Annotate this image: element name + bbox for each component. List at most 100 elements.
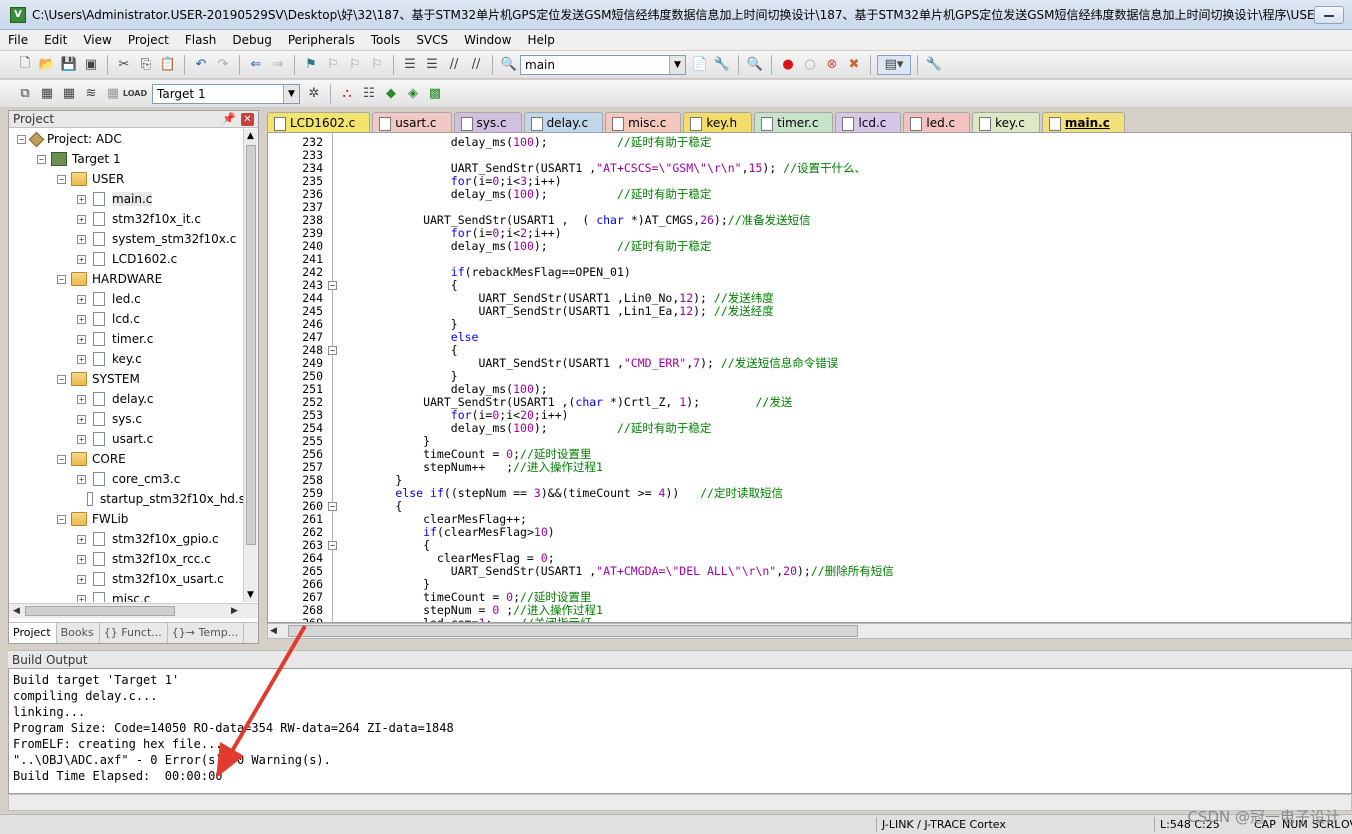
- expand-icon[interactable]: +: [77, 534, 86, 544]
- expand-icon[interactable]: +: [77, 294, 86, 304]
- scroll-down-icon[interactable]: ▼: [247, 590, 254, 600]
- tree-item-file[interactable]: startup_stm32f10x_hd.s: [9, 489, 245, 509]
- tree-item-file[interactable]: + sys.c: [9, 409, 245, 429]
- tree-item-target[interactable]: − Target 1: [9, 149, 245, 169]
- open-folder-icon[interactable]: 📂: [37, 55, 57, 75]
- new-file-icon[interactable]: 🗋: [15, 55, 35, 75]
- panel-tab[interactable]: {} Funct...: [100, 623, 168, 643]
- fold-collapse-icon[interactable]: −: [328, 281, 337, 290]
- pin-icon[interactable]: 📌: [222, 112, 236, 125]
- run-time-environment-icon[interactable]: ▩: [425, 84, 445, 104]
- uncomment-icon[interactable]: //: [466, 55, 486, 75]
- panel-tab[interactable]: Project: [9, 623, 57, 643]
- paste-icon[interactable]: 📋: [158, 55, 178, 75]
- chevron-down-icon[interactable]: ▼: [669, 55, 685, 74]
- scroll-right-icon[interactable]: ▶: [227, 604, 242, 618]
- tree-item-project[interactable]: − Project: ADC: [9, 129, 245, 149]
- bookmark-icon[interactable]: ⚑: [301, 55, 321, 75]
- incremental-find-icon[interactable]: 📄: [690, 55, 710, 75]
- expand-icon[interactable]: +: [77, 254, 86, 264]
- collapse-icon[interactable]: −: [37, 154, 46, 164]
- tree-item-file[interactable]: + stm32f10x_usart.c: [9, 569, 245, 589]
- tree-item-file[interactable]: + LCD1602.c: [9, 249, 245, 269]
- code-line[interactable]: 259 else if((stepNum == 3)&&(timeCount >…: [268, 487, 1351, 500]
- file-tab[interactable]: LCD1602.c: [267, 112, 371, 132]
- code-line[interactable]: 236 delay_ms(100); //延时有助于稳定: [268, 188, 1351, 201]
- code-line[interactable]: 265 UART_SendStr(USART1 ,"AT+CMGDA=\"DEL…: [268, 565, 1351, 578]
- collapse-icon[interactable]: −: [57, 174, 66, 184]
- breakpoint-icon[interactable]: ●: [778, 55, 798, 75]
- close-icon[interactable]: ✕: [241, 113, 254, 126]
- build-output-text[interactable]: Build target 'Target 1' compiling delay.c…: [8, 668, 1352, 794]
- comment-icon[interactable]: //: [444, 55, 464, 75]
- target-combo[interactable]: Target 1 ▼: [152, 83, 300, 104]
- scrollbar-thumb[interactable]: [25, 606, 175, 616]
- menu-project[interactable]: Project: [120, 30, 177, 50]
- expand-icon[interactable]: +: [77, 214, 86, 224]
- scrollbar-thumb[interactable]: [246, 145, 256, 545]
- expand-icon[interactable]: +: [77, 334, 86, 344]
- panel-tab[interactable]: Books: [57, 623, 100, 643]
- cut-icon[interactable]: ✂: [114, 55, 134, 75]
- expand-icon[interactable]: +: [77, 554, 86, 564]
- menu-peripherals[interactable]: Peripherals: [280, 30, 363, 50]
- collapse-icon[interactable]: −: [57, 514, 66, 524]
- unindent-icon[interactable]: ☰: [422, 55, 442, 75]
- code-line[interactable]: 232 delay_ms(100); //延时有助于稳定: [268, 136, 1351, 149]
- tree-item-file[interactable]: + lcd.c: [9, 309, 245, 329]
- code-line[interactable]: 257 stepNum++ ;//进入操作过程1: [268, 461, 1351, 474]
- build-output-hscrollbar[interactable]: [8, 794, 1352, 811]
- fold-collapse-icon[interactable]: −: [328, 346, 337, 355]
- save-icon[interactable]: 💾: [59, 55, 79, 75]
- collapse-icon[interactable]: −: [17, 134, 26, 144]
- file-tab[interactable]: led.c: [903, 112, 971, 132]
- scroll-up-icon[interactable]: ▲: [247, 131, 254, 141]
- menu-window[interactable]: Window: [456, 30, 519, 50]
- breakpoint-disable-all-icon[interactable]: ⊗: [822, 55, 842, 75]
- fold-collapse-icon[interactable]: −: [328, 502, 337, 511]
- project-tree-vscrollbar[interactable]: ▲ ▼: [243, 129, 258, 602]
- scroll-left-icon[interactable]: ◀: [270, 624, 277, 638]
- expand-icon[interactable]: +: [77, 574, 86, 584]
- menu-flash[interactable]: Flash: [177, 30, 224, 50]
- file-tab[interactable]: timer.c: [754, 112, 834, 132]
- editor-hscrollbar[interactable]: ◀: [267, 623, 1352, 639]
- file-tab[interactable]: sys.c: [453, 112, 522, 132]
- build-icon[interactable]: ▦: [37, 84, 57, 104]
- project-tree-hscrollbar[interactable]: ◀ ▶: [9, 603, 258, 618]
- expand-icon[interactable]: +: [77, 594, 86, 602]
- file-tab[interactable]: delay.c: [523, 112, 604, 132]
- tree-item-file[interactable]: + system_stm32f10x.c: [9, 229, 245, 249]
- panel-tab[interactable]: {}→ Temp...: [168, 623, 245, 643]
- tree-item-folder[interactable]: − SYSTEM: [9, 369, 245, 389]
- expand-icon[interactable]: +: [77, 194, 86, 204]
- file-tab[interactable]: misc.c: [605, 112, 682, 132]
- tree-item-file[interactable]: + led.c: [9, 289, 245, 309]
- file-extensions-icon[interactable]: ☷: [359, 84, 379, 104]
- tree-item-folder[interactable]: − HARDWARE: [9, 269, 245, 289]
- scrollbar-thumb[interactable]: [288, 625, 858, 637]
- collapse-icon[interactable]: −: [57, 274, 66, 284]
- expand-icon[interactable]: +: [77, 314, 86, 324]
- bookmark-next-icon[interactable]: ⚐: [345, 55, 365, 75]
- tree-item-file[interactable]: + delay.c: [9, 389, 245, 409]
- collapse-icon[interactable]: −: [57, 374, 66, 384]
- pack-installer-icon[interactable]: ◆: [381, 84, 401, 104]
- find-combo[interactable]: main ▼: [520, 54, 686, 75]
- nav-forward-icon[interactable]: ⇒: [268, 55, 288, 75]
- copy-icon[interactable]: ⎘: [136, 55, 156, 75]
- indent-icon[interactable]: ☰: [400, 55, 420, 75]
- tree-item-file[interactable]: + stm32f10x_gpio.c: [9, 529, 245, 549]
- tree-item-file[interactable]: + stm32f10x_rcc.c: [9, 549, 245, 569]
- bookmark-prev-icon[interactable]: ⚐: [323, 55, 343, 75]
- chevron-down-icon[interactable]: ▼: [283, 84, 299, 103]
- find-icon[interactable]: 🔧: [712, 55, 732, 75]
- expand-icon[interactable]: +: [77, 234, 86, 244]
- code-line[interactable]: 262 if(clearMesFlag>10): [268, 526, 1351, 539]
- batch-build-icon[interactable]: ≋: [81, 84, 101, 104]
- collapse-icon[interactable]: −: [57, 454, 66, 464]
- expand-icon[interactable]: +: [77, 394, 86, 404]
- minimize-button[interactable]: [1314, 5, 1344, 24]
- nav-back-icon[interactable]: ⇐: [246, 55, 266, 75]
- code-line[interactable]: 240 delay_ms(100); //延时有助于稳定: [268, 240, 1351, 253]
